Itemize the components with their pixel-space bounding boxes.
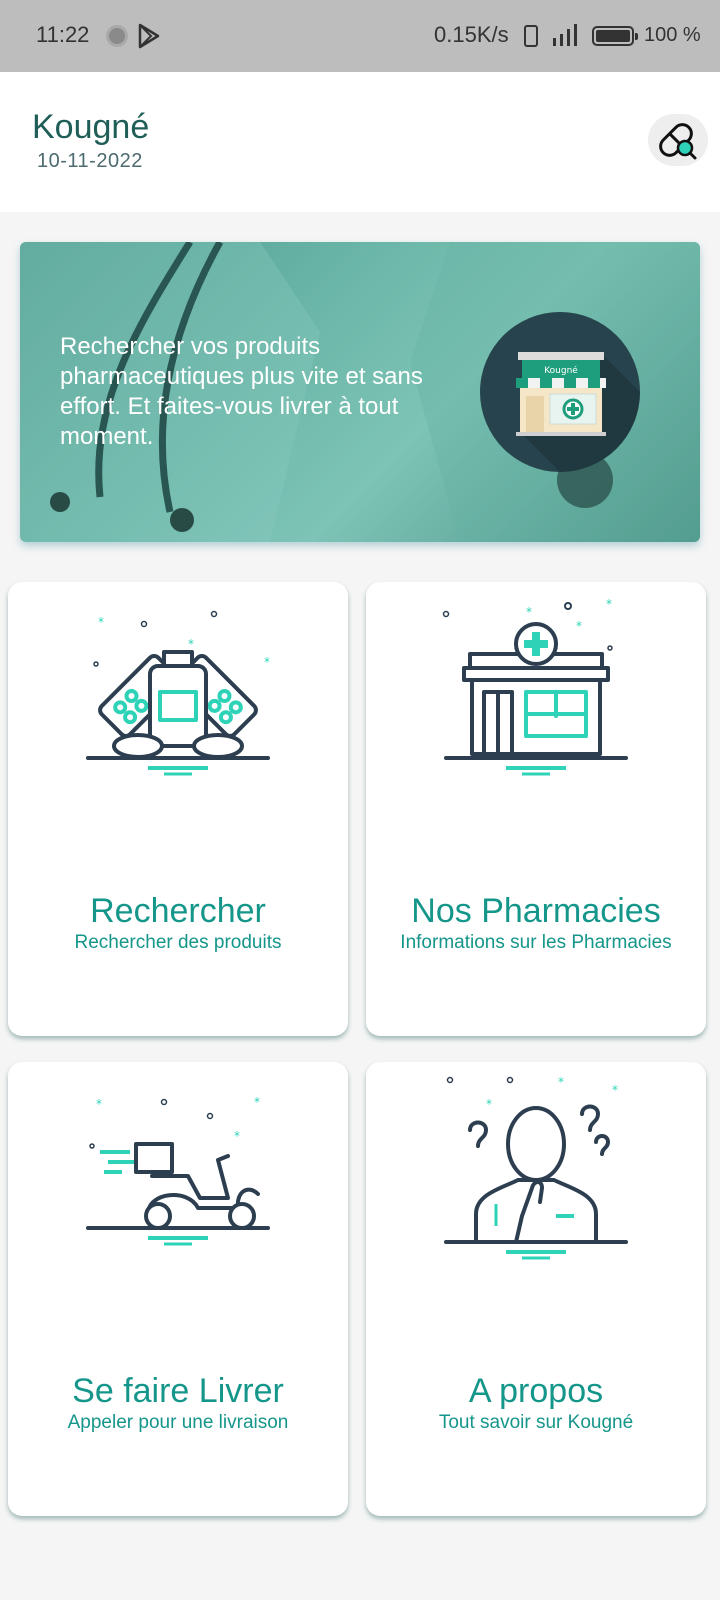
pharmacy-store-icon: Kougné xyxy=(480,312,640,472)
svg-text:*: * xyxy=(234,1129,240,1143)
svg-text:*: * xyxy=(606,597,612,611)
card-subtitle: Appeler pour une livraison xyxy=(67,1412,289,1433)
pill-search-icon xyxy=(659,123,697,160)
svg-text:*: * xyxy=(254,1095,260,1109)
header-date: 10-11-2022 xyxy=(37,150,143,172)
settings-notification-icon xyxy=(106,25,128,47)
hero-banner: Rechercher vos produits pharmaceutiques … xyxy=(20,242,700,542)
question-person-icon: * * * xyxy=(444,1076,628,1260)
medicine-icon: * * * xyxy=(86,610,270,776)
app-header: Kougné 10-11-2022 xyxy=(0,72,720,212)
svg-text:*: * xyxy=(264,655,270,669)
vibrate-icon xyxy=(524,25,538,47)
battery-icon xyxy=(592,26,638,46)
svg-text:*: * xyxy=(558,1076,564,1089)
svg-text:*: * xyxy=(188,637,194,651)
svg-text:*: * xyxy=(98,615,104,629)
card-subtitle: Rechercher des produits xyxy=(74,932,282,953)
card-title: Se faire Livrer xyxy=(72,1372,284,1410)
svg-text:*: * xyxy=(486,1097,492,1111)
card-title: Rechercher xyxy=(90,892,266,930)
card-subtitle: Tout savoir sur Kougné xyxy=(438,1412,634,1433)
store-sign-text: Kougné xyxy=(544,365,578,376)
search-button[interactable] xyxy=(648,114,708,166)
battery-percent: 100 % xyxy=(644,24,701,46)
svg-text:*: * xyxy=(612,1083,618,1097)
svg-text:*: * xyxy=(526,605,532,619)
signal-icon xyxy=(553,24,577,46)
play-store-icon xyxy=(138,23,160,49)
card-subtitle: Informations sur les Pharmacies xyxy=(400,932,672,953)
pharmacy-icon: * * * xyxy=(442,597,628,776)
card-title: Nos Pharmacies xyxy=(411,892,661,930)
card-nos-pharmacies[interactable]: * * * Nos Pharmacies Informations sur le… xyxy=(366,582,706,1036)
card-se-faire-livrer[interactable]: * * * Se faire Livrer Appeler pour une l… xyxy=(8,1062,348,1516)
app-title: Kougné xyxy=(32,108,150,146)
status-time: 11:22 xyxy=(36,22,90,47)
delivery-scooter-icon: * * * xyxy=(86,1095,270,1246)
card-title: A propos xyxy=(468,1372,604,1410)
card-a-propos[interactable]: * * * A propos Tout savoir sur Kougné xyxy=(366,1062,706,1516)
svg-text:*: * xyxy=(96,1097,102,1111)
status-bar: 11:22 0.15K/s 100 % xyxy=(0,0,720,72)
network-speed: 0.15K/s xyxy=(434,22,509,47)
banner-text: Rechercher vos produits pharmaceutiques … xyxy=(60,333,423,450)
svg-text:*: * xyxy=(576,619,582,633)
card-rechercher[interactable]: * * * Rechercher Rechercher des produits xyxy=(8,582,348,1036)
